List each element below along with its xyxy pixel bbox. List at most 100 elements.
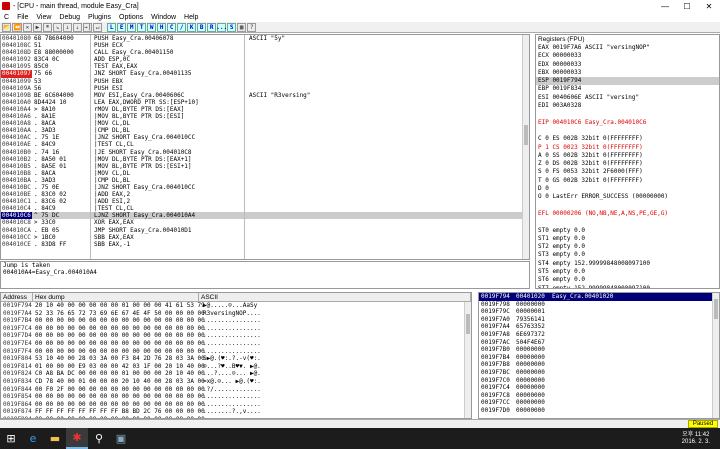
toolbar-button-2[interactable]: ✕ xyxy=(22,22,32,32)
register-line[interactable]: EDI 003A0328 xyxy=(536,102,719,110)
toolbar-extra-0[interactable]: ▦ xyxy=(237,22,247,32)
toolbar-letter-6[interactable]: C xyxy=(167,22,177,32)
disasm-row[interactable]: 00401099 53 PUSH EBX xyxy=(1,78,529,85)
close-icon[interactable]: ✕ xyxy=(698,2,720,11)
disasm-row[interactable]: 0040109A 56 PUSH ESI xyxy=(1,85,529,92)
dump-row[interactable]: 0019F874 FF FF FF FF FF FF FF FF B8 BD 2C… xyxy=(1,408,471,416)
register-line[interactable]: P 1 CS 0023 32bit 0(FFFFFFFF) xyxy=(536,144,719,152)
disasm-row[interactable]: 004010CA. EB 05 JMP SHORT Easy_Cra.004010… xyxy=(1,227,529,234)
stack-row[interactable]: 0019F7C8 00000000 xyxy=(479,392,719,400)
maximize-icon[interactable]: ☐ xyxy=(676,2,698,11)
disasm-row[interactable]: 004010B2. 8A50 01 |MOV DL,BYTE PTR DS:[EA… xyxy=(1,156,529,163)
stack-row[interactable]: 0019F798 00000000 xyxy=(479,301,719,309)
register-line[interactable]: ESP 0019F794 xyxy=(536,77,719,86)
register-line[interactable] xyxy=(536,218,719,226)
disassembly-pane[interactable]: 00401080 68 78604000 PUSH Easy_Cra.0040607… xyxy=(0,34,530,260)
toolbar-button-6[interactable]: ↓ xyxy=(62,22,72,32)
file-explorer-icon[interactable]: ▬ xyxy=(44,428,66,449)
register-line[interactable]: ST0 empty 0.0 xyxy=(536,227,719,235)
dump-row[interactable]: 0019F824 C0 A8 BA DC 00 00 00 00 01 00 00… xyxy=(1,370,471,378)
register-line[interactable]: EFL 00000206 (NO,NB,NE,A,NS,PE,GE,G) xyxy=(536,210,719,218)
register-line[interactable]: ST3 empty 0.0 xyxy=(536,251,719,259)
menu-item-0[interactable]: C xyxy=(0,14,13,21)
register-line[interactable]: ST1 empty 0.0 xyxy=(536,235,719,243)
toolbar-button-3[interactable]: ▶ xyxy=(32,22,42,32)
dump-scrollbar[interactable] xyxy=(464,302,471,418)
dump-row[interactable]: 0019F7B4 00 00 00 00 00 00 00 00 00 00 00… xyxy=(1,317,471,325)
menu-item-1[interactable]: File xyxy=(13,14,32,21)
toolbar-letter-12[interactable]: S xyxy=(227,22,237,32)
toolbar-letter-9[interactable]: B xyxy=(197,22,207,32)
menu-item-2[interactable]: View xyxy=(32,14,55,21)
register-line[interactable]: ESI 0040606E ASCII "versing" xyxy=(536,94,719,102)
register-line[interactable]: ST2 empty 0.0 xyxy=(536,243,719,251)
minimize-icon[interactable]: — xyxy=(654,2,676,11)
dump-pane[interactable]: Address Hex dump ASCII 0019F794 20 10 40 … xyxy=(0,292,472,419)
disasm-row[interactable]: 004010B8. 8ACA |MOV CL,DL xyxy=(1,170,529,177)
register-line[interactable]: EDX 00000033 xyxy=(536,61,719,69)
stack-row[interactable]: 0019F7A4 65763352 xyxy=(479,323,719,331)
dump-row[interactable]: 0019F794 20 10 40 00 00 00 00 00 01 00 00… xyxy=(1,302,471,310)
disasm-row[interactable]: 00401092 83C4 0C ADD ESP,0C xyxy=(1,56,529,63)
menu-item-6[interactable]: Window xyxy=(147,14,180,21)
dump-ascii-header[interactable]: ASCII xyxy=(199,293,471,301)
disasm-row[interactable]: 004010AE. 84C9 |TEST CL,CL xyxy=(1,141,529,148)
stack-row[interactable]: 0019F7A8 6E697372 xyxy=(479,331,719,339)
disasm-row[interactable]: 004010A6. 8A1E |MOV BL,BYTE PTR DS:[ESI] xyxy=(1,113,529,120)
disasm-row[interactable]: 004010CE. 83D8 FF SBB EAX,-1 xyxy=(1,241,529,248)
toolbar-letter-10[interactable]: R xyxy=(207,22,217,32)
toolbar-button-1[interactable]: ⏪ xyxy=(12,22,22,32)
register-line[interactable]: EIP 004010C6 Easy_Cra.004010C6 xyxy=(536,119,719,127)
disasm-row[interactable]: 004010C8 > 33C0 XOR EAX,EAX xyxy=(1,219,529,226)
disasm-row[interactable]: 004010CC > 1BC0 SBB EAX,EAX xyxy=(1,234,529,241)
dump-row[interactable]: 0019F844 00 F0 2F 00 00 00 00 00 00 00 00… xyxy=(1,386,471,394)
stack-row[interactable]: 0019F7A0 79356141 xyxy=(479,316,719,324)
disasm-row[interactable]: 004010BA. 3AD3 |CMP DL,BL xyxy=(1,177,529,184)
disasm-row[interactable]: 004010C6 ^ 75 DC LJNZ SHORT Easy_Cra.00401… xyxy=(1,212,529,220)
register-line[interactable]: S 0 FS 0053 32bit 2F6000(FFF) xyxy=(536,168,719,176)
register-line[interactable] xyxy=(536,110,719,118)
toolbar-extra-1[interactable]: ? xyxy=(247,22,257,32)
toolbar-button-5[interactable]: ↘ xyxy=(52,22,62,32)
register-line[interactable]: EBP 0019F834 xyxy=(536,85,719,93)
toolbar-button-0[interactable]: 📂 xyxy=(2,22,12,32)
toolbar-letter-11[interactable]: ... xyxy=(216,22,227,32)
register-line[interactable]: ST6 empty 0.0 xyxy=(536,276,719,284)
register-line[interactable]: Z 0 DS 002B 32bit 0(FFFFFFFF) xyxy=(536,160,719,168)
dump-row[interactable]: 0019F7C4 00 00 00 00 00 00 00 00 00 00 00… xyxy=(1,325,471,333)
dump-address-header[interactable]: Address xyxy=(1,293,33,301)
dump-hex-header[interactable]: Hex dump xyxy=(33,293,199,301)
search-icon[interactable]: ⚲ xyxy=(88,428,110,449)
toolbar-letter-3[interactable]: T xyxy=(137,22,147,32)
toolbar-letter-1[interactable]: E xyxy=(117,22,127,32)
disasm-row[interactable]: 004010B0. 74 16 |JE SHORT Easy_Cra.004010… xyxy=(1,149,529,156)
dump-row[interactable]: 0019F834 CD 78 40 00 01 00 00 00 20 10 40… xyxy=(1,378,471,386)
disasm-row[interactable]: 00401097 75 66 JNZ SHORT Easy_Cra.00401135 xyxy=(1,70,529,78)
windows-start-icon[interactable]: ⊞ xyxy=(0,428,22,449)
register-line[interactable]: ST7 empty 152.99999848008097100 xyxy=(536,285,719,288)
register-line[interactable]: ECX 00000033 xyxy=(536,52,719,60)
stack-row[interactable]: 0019F7D0 00000000 xyxy=(479,407,719,415)
register-line[interactable] xyxy=(536,127,719,135)
clock[interactable]: 오후 11:42 2016. 2. 3. xyxy=(682,432,720,446)
toolbar-letter-7[interactable]: / xyxy=(177,22,187,32)
dump-row[interactable]: 0019F7D4 00 00 00 00 00 00 00 00 00 00 00… xyxy=(1,332,471,340)
stack-row[interactable]: 0019F7BC 00000000 xyxy=(479,369,719,377)
stack-row[interactable]: 0019F7C4 00000000 xyxy=(479,384,719,392)
register-line[interactable]: ST5 empty 0.0 xyxy=(536,268,719,276)
register-line[interactable]: ST4 empty 152.99999848008097100 xyxy=(536,260,719,268)
register-line[interactable] xyxy=(536,202,719,210)
disasm-row[interactable]: 0040108C 51 PUSH ECX xyxy=(1,42,529,49)
register-line[interactable]: C 0 ES 002B 32bit 0(FFFFFFFF) xyxy=(536,135,719,143)
disasm-row[interactable]: 004010BE. 83C0 02 |ADD EAX,2 xyxy=(1,191,529,198)
dump-row[interactable]: 0019F854 00 00 00 00 00 00 00 00 00 00 00… xyxy=(1,393,471,401)
menu-item-4[interactable]: Plugins xyxy=(84,14,115,21)
disasm-row[interactable]: 0040109B BE 6C604000 MOV ESI,Easy_Cra.0040… xyxy=(1,92,529,99)
register-line[interactable]: O 0 LastErr ERROR_SUCCESS (00000000) xyxy=(536,193,719,201)
toolbar-button-9[interactable]: ↵ xyxy=(93,22,103,32)
ollydbg-task-icon[interactable]: ✱ xyxy=(66,428,88,449)
disasm-scrollbar[interactable] xyxy=(522,35,529,259)
stack-row[interactable]: 0019F7CC 00000000 xyxy=(479,399,719,407)
toolbar-letter-4[interactable]: W xyxy=(147,22,157,32)
registers-pane[interactable]: Registers (FPU) EAX 0019F7A6 ASCII "vers… xyxy=(535,34,720,289)
